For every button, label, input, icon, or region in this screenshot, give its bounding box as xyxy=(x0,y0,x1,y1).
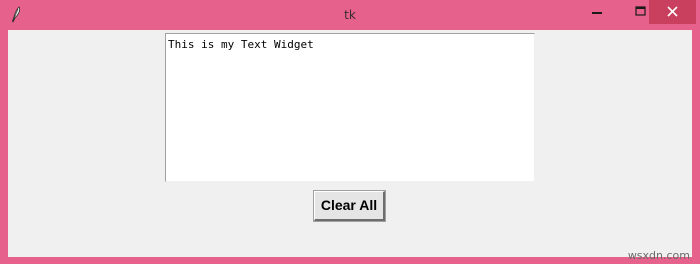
minimize-button[interactable] xyxy=(583,0,612,24)
close-button[interactable] xyxy=(649,0,696,24)
text-widget[interactable]: This is my Text Widget xyxy=(165,33,535,182)
minimize-icon xyxy=(592,12,602,14)
clear-all-button[interactable]: Clear All xyxy=(313,190,386,222)
title-bar[interactable]: tk xyxy=(0,0,700,30)
watermark: wsxdn.com xyxy=(627,249,690,262)
close-icon xyxy=(667,6,678,17)
app-window: tk This is my Text Widget Clear All xyxy=(0,0,700,264)
window-client-area: This is my Text Widget Clear All xyxy=(8,30,692,257)
